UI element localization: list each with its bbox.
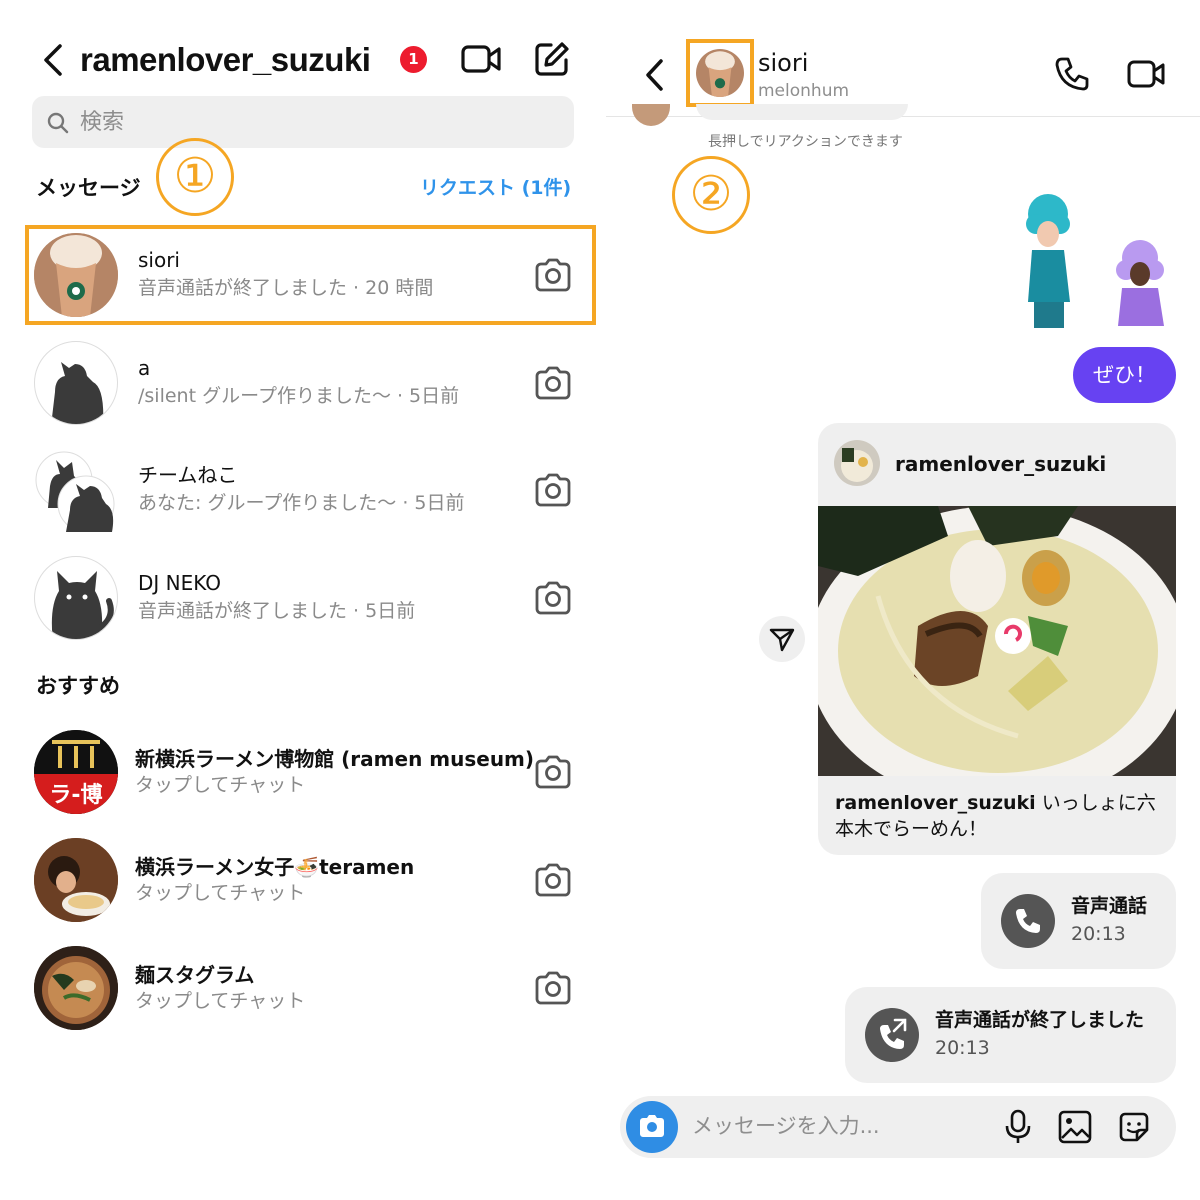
header-divider [606,116,1200,117]
chevron-left-icon [44,44,62,76]
camera-button[interactable] [626,1101,678,1153]
sticker-message[interactable] [1014,190,1184,330]
sticker-button[interactable] [1115,1108,1153,1146]
call-log-bubble[interactable]: 音声通話 20:13 [981,873,1176,969]
avatar-highlight [686,39,754,107]
video-camera-icon [1127,60,1165,88]
camera-icon [535,473,571,507]
search-placeholder: 検索 [80,110,125,135]
camera-icon [535,755,571,789]
reaction-hint: 長押しでリアクションできます [708,134,903,150]
call-title: 音声通話 [1071,895,1148,917]
suggested-name: 麺スタグラム [135,963,255,987]
suggested-preview: タップしてチャット [135,774,306,796]
phone-icon [1055,57,1089,91]
conversation-preview: /silent グループ作りました〜 · 5日前 [138,385,460,407]
compose-icon [535,42,569,76]
avatar: ラ-博 [34,730,118,814]
voice-call-button[interactable] [1053,55,1091,93]
camera-button[interactable] [533,862,573,898]
conversation-row[interactable]: DJ NEKO 音声通話が終了しました · 5日前 [0,548,600,648]
post-author-avatar [834,440,880,486]
sent-message-bubble[interactable]: ぜひ！ [1073,347,1176,403]
avatar [34,341,118,425]
back-button[interactable] [640,56,668,94]
suggested-heading: おすすめ [36,674,120,698]
call-ended-icon [865,1008,919,1062]
step-2-marker: ② [672,156,750,234]
suggested-row[interactable]: 横浜ラーメン女子🍜teramen タップしてチャット [0,830,600,930]
requests-link[interactable]: リクエスト (1件) [420,174,571,202]
post-caption: ramenlover_suzuki いっしょに六本木でらーめん！ [835,790,1165,842]
message-input[interactable]: メッセージを入力... [692,1112,880,1140]
call-time: 20:13 [935,1037,990,1059]
microphone-button[interactable] [1002,1108,1034,1146]
gallery-button[interactable] [1056,1108,1094,1146]
video-call-button[interactable] [460,42,502,76]
logo-text: ラ-博 [49,782,102,808]
image-icon [1058,1110,1092,1144]
messages-heading: メッセージ [36,176,141,200]
previous-message-bubble [696,104,908,120]
call-log-bubble[interactable]: 音声通話が終了しました 20:13 [845,987,1176,1083]
camera-icon [640,1115,664,1137]
new-message-button[interactable] [533,40,571,78]
camera-icon [535,863,571,897]
microphone-icon [1005,1109,1031,1143]
search-icon [46,111,70,135]
avatar [34,838,118,922]
phone-icon [1001,894,1055,948]
conversation-row[interactable]: a /silent グループ作りました〜 · 5日前 [0,333,600,433]
suggested-name: 新横浜ラーメン博物館 (ramen museum) [135,747,535,771]
previous-message-avatar [632,104,670,126]
camera-button[interactable] [533,580,573,616]
chevron-left-icon [646,59,663,91]
video-camera-icon [461,45,501,73]
avatar [34,946,118,1030]
conversation-name: チームねこ [138,463,238,487]
camera-button[interactable] [533,365,573,401]
conversation-preview: あなた: グループ作りました〜 · 5日前 [138,492,465,514]
suggested-preview: タップしてチャット [135,990,306,1012]
suggested-row[interactable]: 麺スタグラム タップしてチャット [0,938,600,1038]
back-button[interactable] [38,40,68,80]
conversation-row[interactable]: チームねこ あなた: グループ作りました〜 · 5日前 [0,440,600,540]
camera-icon [535,581,571,615]
conversation-preview: 音声通話が終了しました · 5日前 [138,600,416,622]
send-icon [769,628,795,652]
suggested-name: 横浜ラーメン女子🍜teramen [135,855,415,879]
account-title[interactable]: ramenlover_suzuki [80,38,371,82]
chat-name[interactable]: siori [758,48,808,78]
call-time: 20:13 [1071,923,1126,945]
post-author-name: ramenlover_suzuki [895,452,1107,476]
caption-author: ramenlover_suzuki [835,792,1036,814]
camera-button[interactable] [533,754,573,790]
chat-username: melonhum [758,81,850,101]
notification-badge: 1 [400,46,427,73]
suggested-row[interactable]: ラ-博 新横浜ラーメン博物館 (ramen museum) タップしてチャット [0,722,600,822]
conversation-name: a [138,356,151,380]
camera-icon [535,971,571,1005]
share-button[interactable] [759,616,805,662]
conversation-highlight [25,225,596,325]
conversation-name: DJ NEKO [138,571,222,595]
video-call-button[interactable] [1126,57,1166,91]
step-1-marker: ① [156,138,234,216]
camera-button[interactable] [533,970,573,1006]
sticker-icon [1119,1112,1149,1142]
group-avatar [34,448,118,532]
post-image [818,506,1176,776]
camera-icon [535,366,571,400]
avatar [34,556,118,640]
call-title: 音声通話が終了しました [935,1009,1145,1031]
camera-button[interactable] [533,472,573,508]
suggested-preview: タップしてチャット [135,882,306,904]
